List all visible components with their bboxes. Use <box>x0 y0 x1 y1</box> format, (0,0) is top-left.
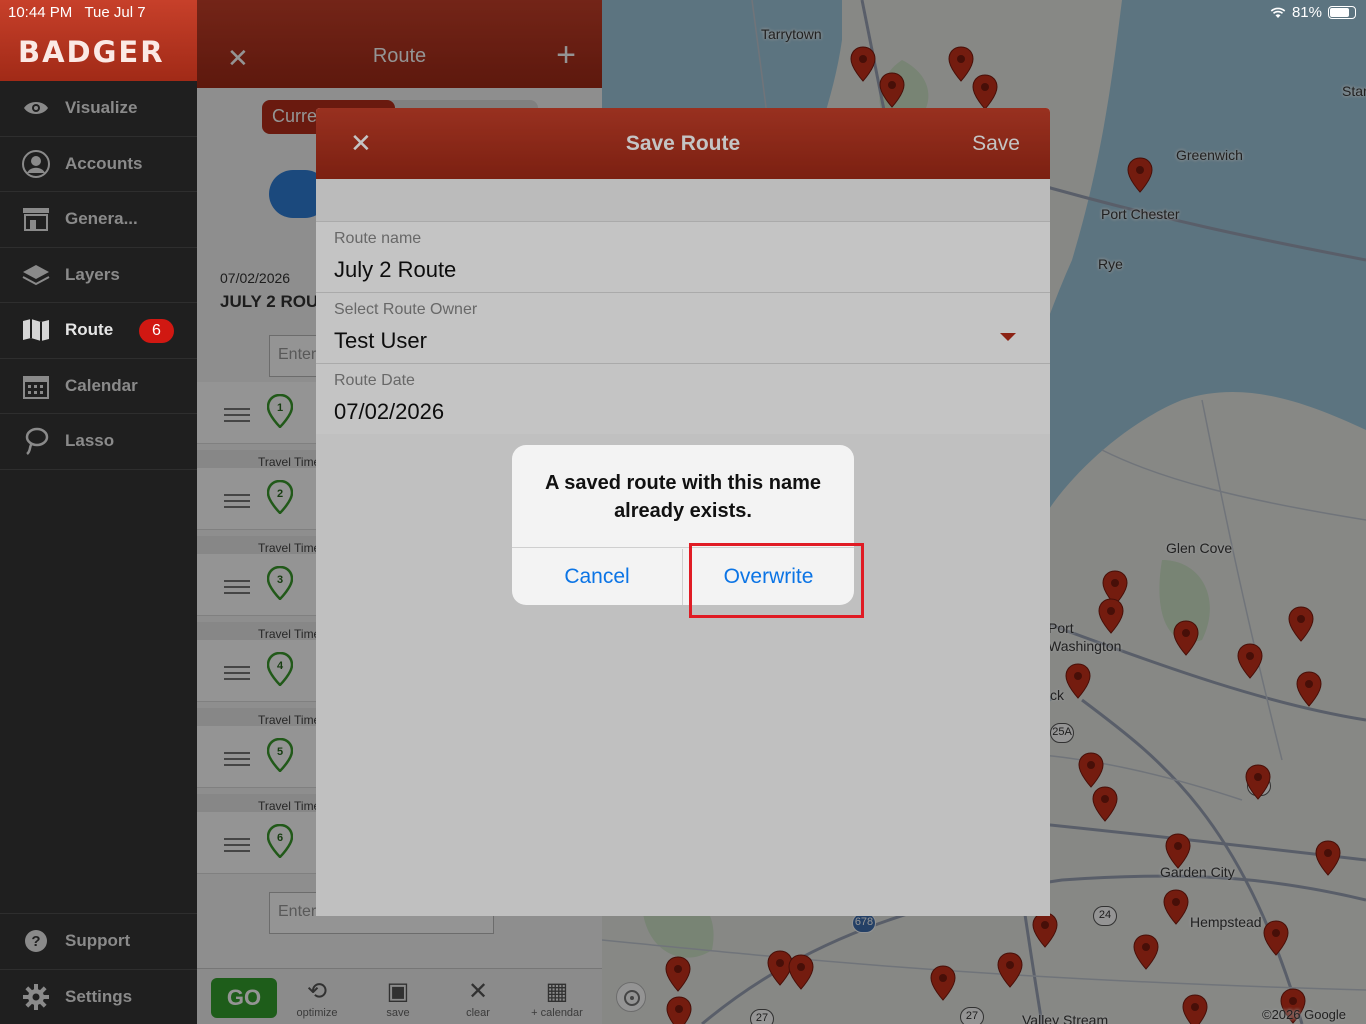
sidebar-item-lasso[interactable]: Lasso <box>0 414 197 470</box>
gear-icon <box>22 983 50 1011</box>
sidebar-item-label: Calendar <box>65 375 138 395</box>
sidebar-item-label: Support <box>65 931 131 951</box>
brand-bar: BADGER <box>0 0 197 81</box>
sidebar-item-label: Settings <box>65 986 133 1006</box>
person-icon <box>22 149 50 178</box>
sidebar-item-settings[interactable]: Settings <box>0 968 197 1024</box>
overwrite-button[interactable]: Overwrite <box>683 549 854 605</box>
sidebar-item-general[interactable]: Genera... <box>0 192 197 248</box>
sidebar-item-label: Genera... <box>65 209 138 229</box>
eye-icon <box>22 94 50 122</box>
sidebar: BADGER Visualize Accounts Genera... Laye… <box>0 0 197 1024</box>
cancel-button[interactable]: Cancel <box>512 549 683 605</box>
sidebar-item-support[interactable]: ? Support <box>0 913 197 969</box>
sidebar-item-calendar[interactable]: Calendar <box>0 359 197 414</box>
sidebar-item-label: Visualize <box>65 98 138 118</box>
calendar-icon <box>22 372 50 400</box>
route-count-badge: 6 <box>139 319 174 343</box>
lasso-icon <box>22 427 50 456</box>
help-icon: ? <box>22 927 50 955</box>
sidebar-item-layers[interactable]: Layers <box>0 248 197 303</box>
badger-logo: BADGER <box>18 35 165 69</box>
sidebar-footer: ? Support Settings <box>0 913 197 1024</box>
layers-icon <box>22 261 50 289</box>
sidebar-item-visualize[interactable]: Visualize <box>0 81 197 137</box>
sidebar-item-label: Layers <box>65 264 120 284</box>
sidebar-item-route[interactable]: Route 6 <box>0 303 197 359</box>
duplicate-route-alert: A saved route with this name already exi… <box>512 445 854 605</box>
map-icon <box>22 316 50 344</box>
sidebar-item-label: Route <box>65 320 114 340</box>
sidebar-item-label: Accounts <box>65 153 143 173</box>
sidebar-item-accounts[interactable]: Accounts <box>0 137 197 192</box>
svg-text:?: ? <box>31 933 40 950</box>
alert-message: A saved route with this name already exi… <box>512 445 854 548</box>
store-icon <box>22 205 50 233</box>
sidebar-item-label: Lasso <box>65 431 115 451</box>
